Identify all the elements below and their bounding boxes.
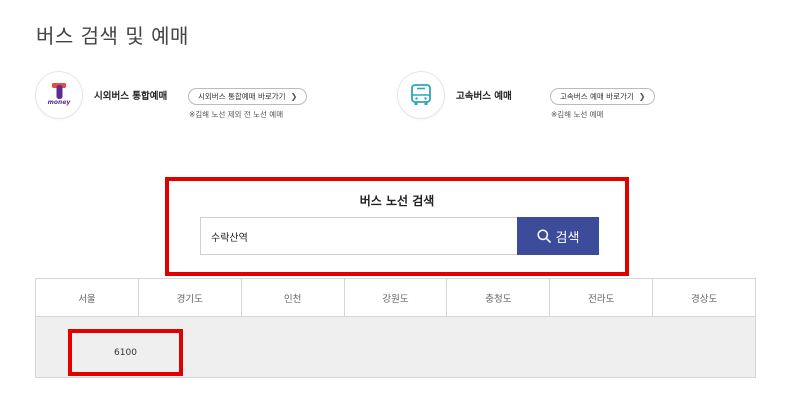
express-service-title: 고속버스 예매 <box>456 91 512 102</box>
tab-jeolla[interactable]: 전라도 <box>550 279 654 316</box>
tmoney-service-section: money 시외버스 통합예매 시외버스 통합예매 바로가기 ❯ ※김해 노선 … <box>36 72 308 120</box>
region-route-table: 서울 경기도 인천 강원도 충청도 전라도 경상도 6100 <box>35 278 756 378</box>
tmoney-shortcut-button[interactable]: 시외버스 통합예매 바로가기 ❯ <box>188 88 308 105</box>
page-title: 버스 검색 및 예매 <box>36 24 189 48</box>
tab-chungcheong[interactable]: 충청도 <box>447 279 551 316</box>
route-results-area: 6100 <box>36 317 755 377</box>
tmoney-wordmark: money <box>47 99 71 106</box>
express-shortcut-button[interactable]: 고속버스 예매 바로가기 ❯ <box>550 88 656 105</box>
express-service-section: 고속버스 예매 고속버스 예매 바로가기 ❯ ※김해 노선 예매 <box>398 72 656 120</box>
tab-gangwon[interactable]: 강원도 <box>345 279 448 316</box>
express-bus-logo <box>398 72 444 118</box>
express-service-note: ※김해 노선 예매 <box>551 110 604 119</box>
express-shortcut-label: 고속버스 예매 바로가기 <box>560 92 634 101</box>
tab-gyeongsang[interactable]: 경상도 <box>653 279 755 316</box>
tmoney-service-note: ※김해 노선 제외 전 노선 예매 <box>189 110 284 119</box>
tmoney-logo: money <box>36 72 82 118</box>
bus-icon <box>411 84 431 105</box>
chevron-right-icon: ❯ <box>290 92 298 101</box>
tmoney-service-title: 시외버스 통합예매 <box>94 91 168 102</box>
tab-seoul[interactable]: 서울 <box>36 279 139 316</box>
region-tabs: 서울 경기도 인천 강원도 충청도 전라도 경상도 <box>36 279 755 317</box>
route-search-panel: 버스 노선 검색 수락산역 검색 <box>165 177 629 276</box>
tab-incheon[interactable]: 인천 <box>242 279 345 316</box>
route-search-input[interactable]: 수락산역 <box>200 217 517 255</box>
search-button-label: 검색 <box>555 230 580 246</box>
search-icon <box>536 229 551 243</box>
tab-gyeonggi[interactable]: 경기도 <box>139 279 242 316</box>
tmoney-shortcut-label: 시외버스 통합예매 바로가기 <box>198 92 286 101</box>
tmoney-t-icon <box>52 83 66 99</box>
route-search-heading: 버스 노선 검색 <box>359 194 435 208</box>
search-button[interactable]: 검색 <box>517 217 599 255</box>
chevron-right-icon: ❯ <box>638 92 646 101</box>
route-item-6100[interactable]: 6100 <box>68 329 183 376</box>
